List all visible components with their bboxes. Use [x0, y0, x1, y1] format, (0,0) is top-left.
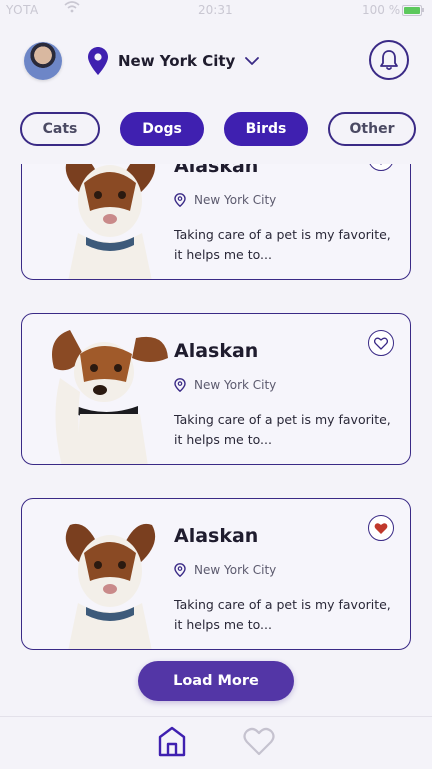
home-icon — [158, 726, 186, 757]
pet-card[interactable]: Alaskan New York City Taking care of a p… — [21, 498, 411, 650]
tab-home[interactable] — [154, 723, 190, 759]
location-pin-icon — [174, 563, 186, 577]
load-more-button[interactable]: Load More — [138, 661, 294, 701]
bottom-tab-bar — [0, 716, 432, 769]
carrier-label: YOTA — [6, 3, 39, 17]
pet-location: New York City — [174, 563, 276, 577]
notifications-button[interactable] — [369, 40, 409, 80]
pet-description: Taking care of a pet is my favorite, it … — [174, 412, 391, 447]
location-pin-icon — [174, 378, 186, 392]
location-selector[interactable]: New York City — [88, 44, 260, 78]
pet-card[interactable]: Alaskan New York City Taking care of a p… — [21, 164, 411, 280]
tab-favorites[interactable] — [241, 723, 277, 759]
pet-name: Alaskan — [174, 525, 259, 547]
heart-outline-icon — [374, 337, 388, 350]
heart-icon — [243, 727, 275, 756]
pet-name: Alaskan — [174, 164, 259, 177]
pet-card[interactable]: Alaskan New York City Taking care of a p… — [21, 313, 411, 465]
favorite-button[interactable] — [368, 330, 394, 356]
clock: 20:31 — [198, 3, 233, 17]
bell-icon — [380, 50, 398, 71]
pet-description: Taking care of a pet is my favorite, it … — [174, 227, 391, 262]
dog-photo — [65, 523, 156, 649]
location-label: New York City — [118, 52, 236, 70]
category-chip-other[interactable]: Other — [328, 112, 416, 146]
chevron-down-icon — [245, 57, 260, 65]
location-pin-icon — [174, 193, 186, 207]
status-bar: YOTA 20:31 100 % — [0, 0, 432, 22]
heart-outline-icon — [380, 164, 382, 165]
favorite-button[interactable] — [368, 515, 394, 541]
category-chip-dogs[interactable]: Dogs — [120, 112, 204, 146]
wifi-icon — [64, 1, 80, 17]
favorite-button[interactable] — [368, 164, 394, 171]
pet-location: New York City — [174, 378, 276, 392]
dog-photo — [65, 164, 155, 279]
location-pin-icon — [88, 47, 108, 75]
battery-icon — [402, 5, 424, 16]
pet-name: Alaskan — [174, 340, 259, 362]
battery-percent: 100 % — [362, 3, 401, 17]
pet-location: New York City — [174, 193, 276, 207]
pet-list[interactable]: Alaskan New York City Taking care of a p… — [0, 164, 432, 714]
category-chip-cats[interactable]: Cats — [20, 112, 100, 146]
pet-description: Taking care of a pet is my favorite, it … — [174, 597, 391, 632]
user-avatar[interactable] — [24, 42, 62, 80]
dog-photo — [52, 330, 168, 464]
category-chip-birds[interactable]: Birds — [224, 112, 308, 146]
category-filter: Cats Dogs Birds Other — [20, 112, 432, 148]
heart-filled-icon — [374, 522, 388, 534]
